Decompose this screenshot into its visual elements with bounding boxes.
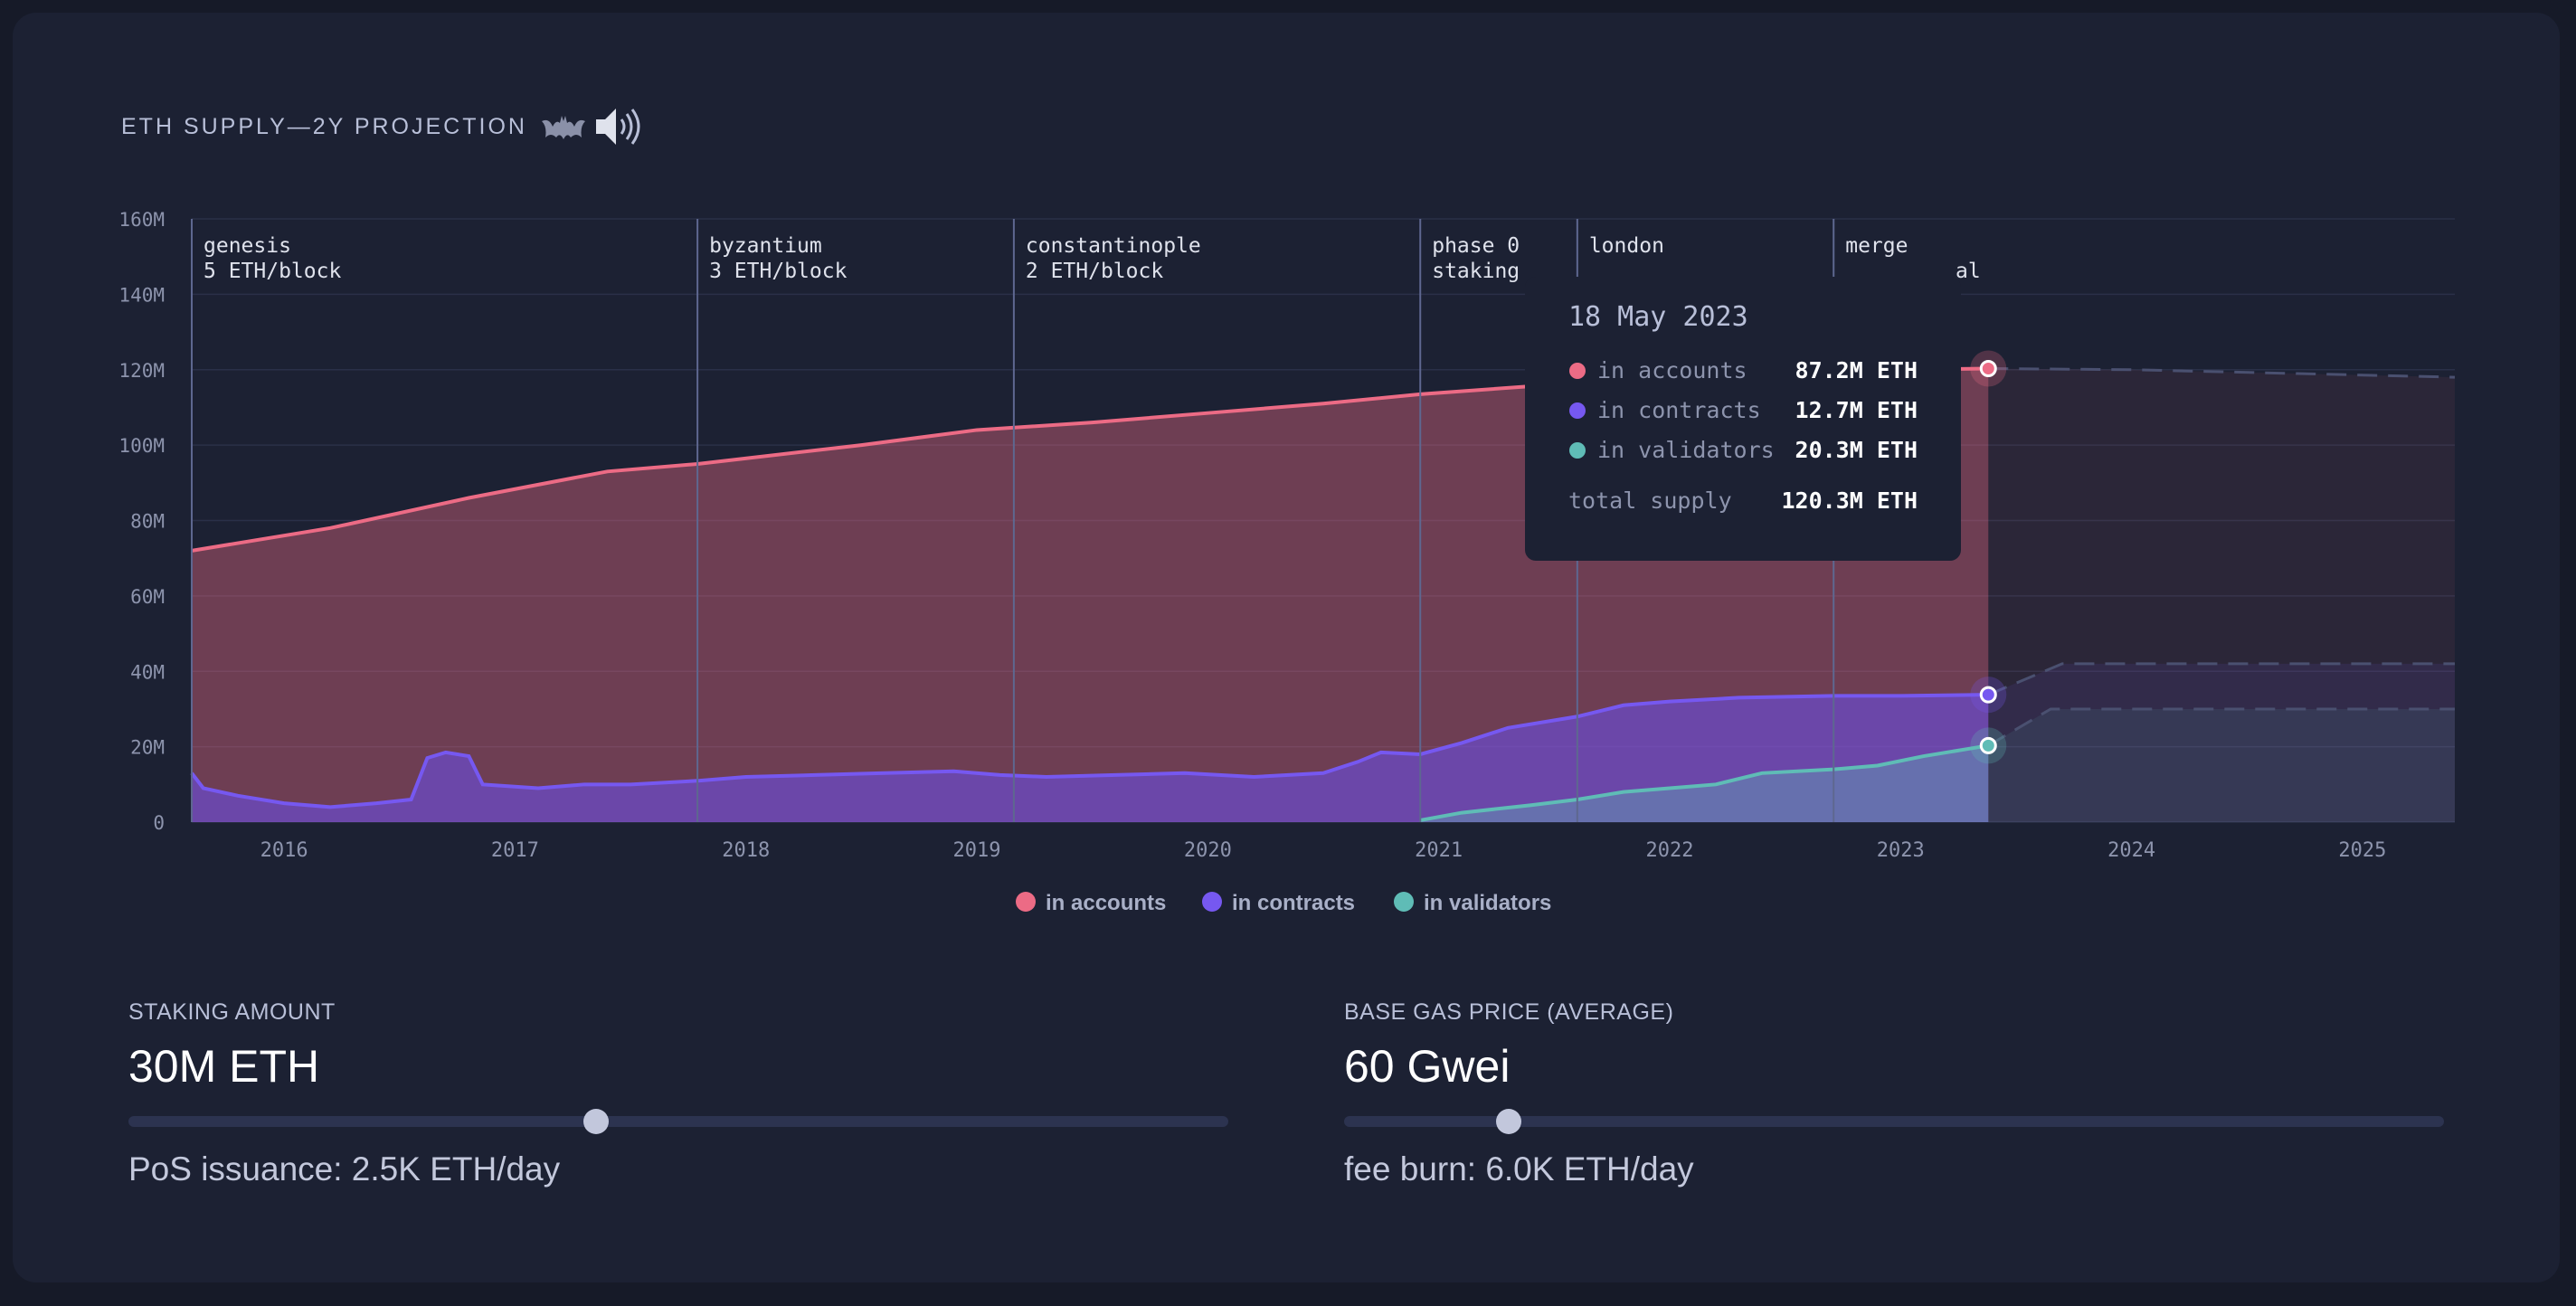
tooltip-row-value: 20.3M ETH (1795, 437, 1918, 463)
gas-label: BASE GAS PRICE (AVERAGE) (1344, 999, 1674, 1025)
x-tick-label: 2022 (1645, 839, 1693, 862)
legend-label-in-contracts: in contracts (1232, 891, 1355, 915)
y-tick-label: 140M (118, 284, 165, 306)
tooltip-date: 18 May 2023 (1568, 301, 1748, 333)
y-tick-label: 160M (118, 209, 165, 231)
tooltip-row-value: 87.2M ETH (1795, 357, 1918, 383)
tooltip-row-label: in accounts (1597, 357, 1747, 383)
phase-sub-fragment: al (1956, 260, 1981, 283)
tooltip-swatch (1569, 363, 1586, 379)
hover-point-in-contracts (1979, 686, 1997, 704)
x-tick-label: 2023 (1877, 839, 1925, 862)
staking-slider-track[interactable] (128, 1109, 1228, 1134)
legend: in accounts in contracts in validators (1016, 891, 1551, 915)
legend-label-in-validators: in validators (1424, 891, 1551, 915)
x-tick-label: 2024 (2107, 839, 2155, 862)
x-tick-label: 2016 (260, 839, 308, 862)
phase-label-byzantium: byzantium (709, 234, 822, 258)
staking-slider-thumb[interactable] (582, 1109, 609, 1134)
legend-swatch (1202, 892, 1222, 912)
phase-label-constantinople: constantinople (1026, 234, 1201, 258)
legend-label-in-accounts: in accounts (1046, 891, 1166, 915)
tooltip: 18 May 2023 in accounts 87.2M ETH in contra… (1525, 277, 1961, 561)
tooltip-row-value: 12.7M ETH (1795, 397, 1918, 423)
tooltip-row-label: in validators (1597, 437, 1775, 463)
phase-label-genesis: genesis (204, 234, 291, 258)
supply-chart[interactable]: 0 20M 40M 60M 80M 100M 120M 140M 160M 2016 2017 201… (0, 0, 2576, 959)
tooltip-swatch (1569, 442, 1586, 459)
staking-label: STAKING AMOUNT (128, 999, 336, 1025)
hover-point-in-accounts (1979, 359, 1997, 377)
phase-label-merge: merge (1845, 234, 1908, 258)
phase-label-london: london (1589, 234, 1664, 258)
gas-slider-track[interactable] (1344, 1109, 2444, 1134)
x-tick-label: 2019 (953, 839, 1001, 862)
y-tick-label: 60M (130, 586, 165, 608)
legend-swatch (1016, 892, 1036, 912)
phase-label-phase-0: phase 0 (1432, 234, 1520, 258)
legend-swatch (1394, 892, 1414, 912)
projection-area-validators (1988, 708, 2455, 822)
tooltip-swatch (1569, 402, 1586, 419)
y-tick-label: 80M (130, 511, 165, 533)
y-tick-label: 0 (153, 812, 165, 834)
x-tick-label: 2017 (491, 839, 539, 862)
fee-burn-text: fee burn: 6.0K ETH/day (1344, 1150, 1694, 1188)
phase-sub-phase-0: staking (1432, 260, 1520, 283)
tooltip-total-value: 120.3M ETH (1781, 487, 1918, 514)
x-tick-label: 2021 (1415, 839, 1463, 862)
phase-sub-genesis: 5 ETH/block (204, 260, 341, 283)
tooltip-total-label: total supply (1568, 487, 1732, 514)
tooltip-row-label: in contracts (1597, 397, 1761, 423)
y-tick-label: 20M (130, 737, 165, 759)
staking-value: 30M ETH (128, 1041, 320, 1092)
hover-point-in-validators (1979, 736, 1997, 754)
y-tick-label: 100M (118, 435, 165, 457)
x-tick-label: 2020 (1184, 839, 1232, 862)
x-tick-label: 2018 (722, 839, 770, 862)
pos-issuance-text: PoS issuance: 2.5K ETH/day (128, 1150, 561, 1188)
y-tick-label: 120M (118, 360, 165, 382)
phase-sub-byzantium: 3 ETH/block (709, 260, 847, 283)
phase-sub-constantinople: 2 ETH/block (1026, 260, 1163, 283)
x-tick-label: 2025 (2338, 839, 2386, 862)
y-tick-label: 40M (130, 661, 165, 683)
gas-value: 60 Gwei (1344, 1041, 1511, 1092)
